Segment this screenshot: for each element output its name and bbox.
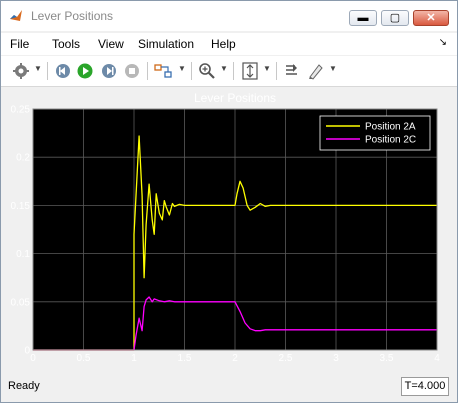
menu-file[interactable]: File [10, 37, 29, 51]
step-back-icon[interactable] [54, 62, 72, 80]
title-bar[interactable]: Lever Positions ▬ ▢ ✕ [1, 1, 457, 31]
x-tick-label: 0 [30, 353, 36, 364]
run-icon[interactable] [76, 62, 94, 80]
window-title: Lever Positions [31, 9, 114, 23]
stop-icon[interactable] [123, 62, 141, 80]
menu-bar: File Tools View Simulation Help ↘ [1, 33, 457, 55]
matlab-logo-icon [10, 10, 22, 21]
highlight-dropdown-icon[interactable]: ▼ [178, 64, 186, 73]
scope-display[interactable]: Lever Positions 0 0.5 1 1.5 2 2.5 3 3.5 4 0 0.05 0.1… [6, 89, 454, 371]
style-icon[interactable] [307, 62, 325, 80]
settings-icon[interactable] [12, 62, 30, 80]
collapse-toolstrip-icon[interactable]: ↘ [439, 37, 447, 48]
menu-view[interactable]: View [98, 37, 124, 51]
toolbar-divider [147, 62, 148, 80]
y-tick-label: 0.05 [11, 297, 31, 308]
lever-positions-chart[interactable]: Lever Positions 0 0.5 1 1.5 2 2.5 3 3.5 4 0 0.05 0.1… [6, 89, 454, 371]
simulation-time: T=4.000 [401, 377, 449, 396]
status-text: Ready [8, 380, 40, 392]
y-tick-label: 0.15 [11, 201, 31, 212]
x-tick-label: 0.5 [77, 353, 91, 364]
toolbar-divider [233, 62, 234, 80]
y-tick-label: 0 [24, 346, 30, 357]
menu-help[interactable]: Help [211, 37, 236, 51]
toolbar: ▼ ▼ ▼ ▼ ▼ [1, 56, 457, 87]
x-tick-label: 4 [434, 353, 440, 364]
menu-tools[interactable]: Tools [52, 37, 80, 51]
x-tick-label: 1 [131, 353, 137, 364]
x-tick-label: 2.5 [279, 353, 293, 364]
settings-dropdown-icon[interactable]: ▼ [34, 64, 42, 73]
y-tick-label: 0.25 [11, 105, 31, 116]
scope-window: Lever Positions ▬ ▢ ✕ File Tools View Si… [0, 0, 458, 403]
maximize-icon: ▢ [389, 12, 401, 24]
toolbar-divider [47, 62, 48, 80]
x-tick-label: 3.5 [380, 353, 394, 364]
legend-label: Position 2C [365, 135, 416, 146]
style-dropdown-icon[interactable]: ▼ [329, 64, 337, 73]
y-tick-label: 0.1 [16, 249, 30, 260]
x-tick-label: 1.5 [178, 353, 192, 364]
minimize-icon: ▬ [357, 12, 369, 24]
y-tick-label: 0.2 [16, 153, 30, 164]
status-bar: Ready T=4.000 [1, 374, 457, 402]
zoom-in-icon[interactable] [198, 62, 216, 80]
zoom-dropdown-icon[interactable]: ▼ [220, 64, 228, 73]
legend-label: Position 2A [365, 122, 416, 133]
toolbar-divider [191, 62, 192, 80]
toolbar-divider [276, 62, 277, 80]
close-button[interactable]: ✕ [413, 10, 449, 26]
highlight-block-icon[interactable] [154, 62, 174, 80]
step-forward-icon[interactable] [100, 62, 118, 80]
close-icon: ✕ [426, 12, 436, 24]
maximize-button[interactable]: ▢ [381, 10, 409, 26]
chart-title: Lever Positions [194, 91, 276, 105]
autoscale-dropdown-icon[interactable]: ▼ [263, 64, 271, 73]
autoscale-icon[interactable] [241, 62, 259, 80]
cursor-measurements-icon[interactable] [283, 62, 301, 80]
x-tick-label: 3 [333, 353, 339, 364]
minimize-button[interactable]: ▬ [349, 10, 377, 26]
menu-simulation[interactable]: Simulation [138, 37, 194, 51]
x-tick-label: 2 [232, 353, 238, 364]
